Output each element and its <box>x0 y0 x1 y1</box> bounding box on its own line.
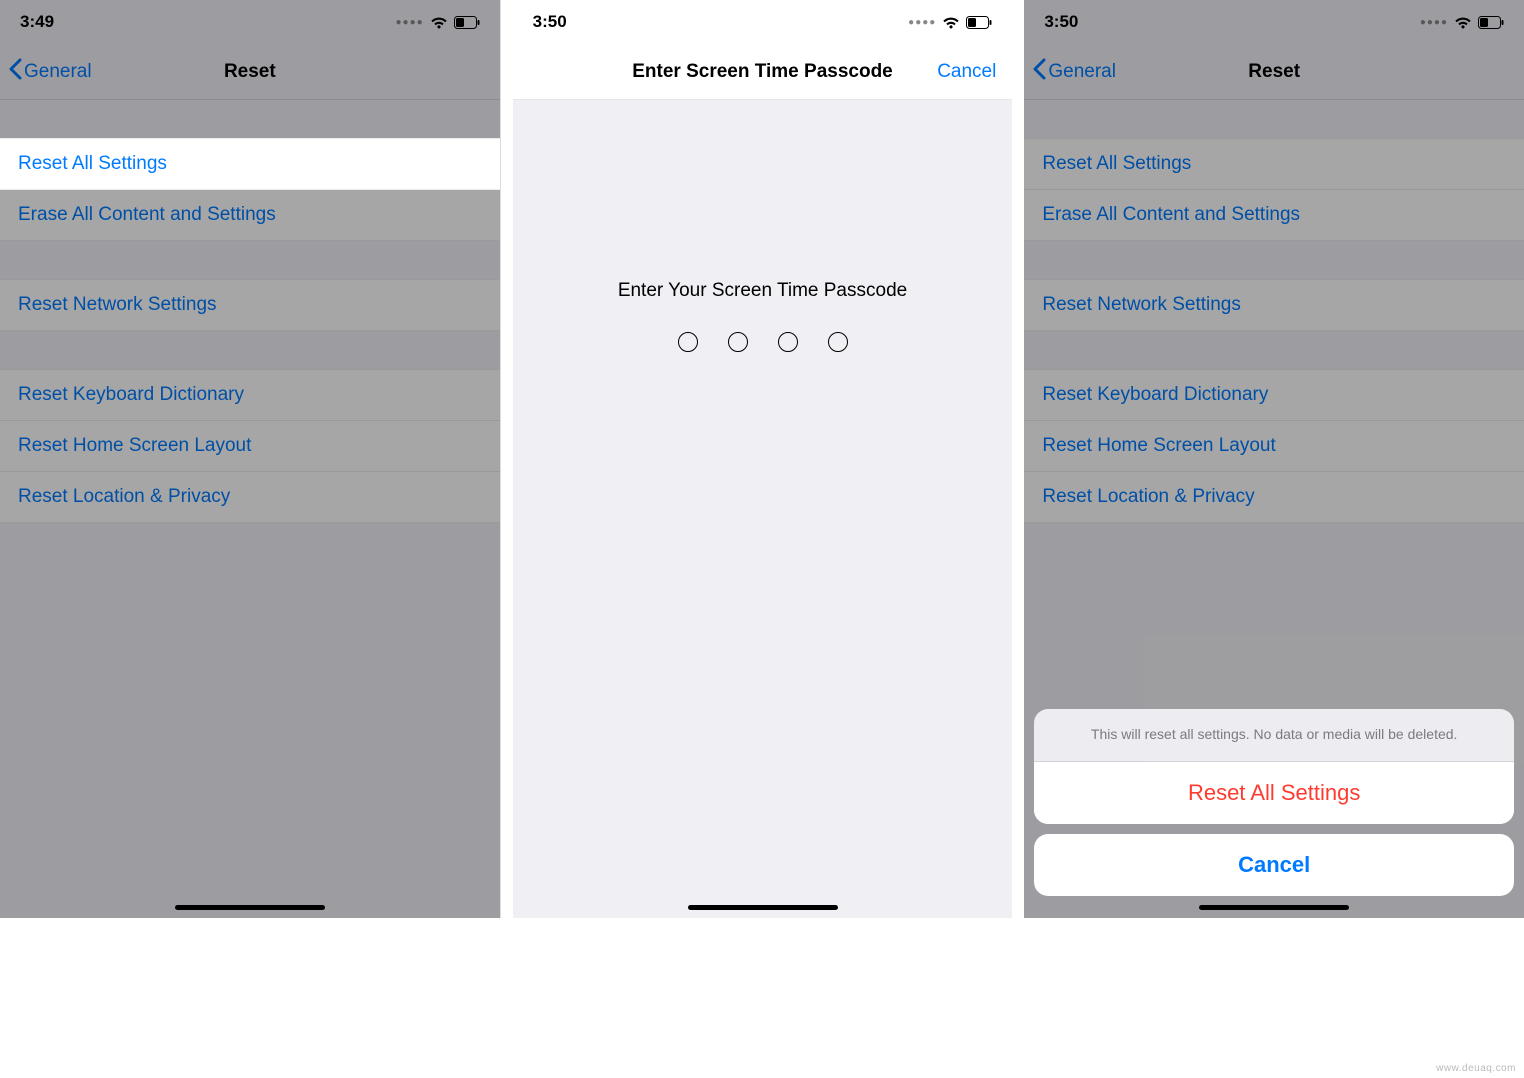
home-indicator[interactable] <box>688 905 838 910</box>
row-reset-all-settings[interactable]: Reset All Settings <box>0 138 500 190</box>
wifi-icon <box>430 16 448 29</box>
row-reset-home-layout[interactable]: Reset Home Screen Layout <box>1024 421 1524 472</box>
passcode-dot <box>728 332 748 352</box>
status-time: 3:50 <box>1044 12 1078 32</box>
status-bar: 3:49 ●●●● <box>0 0 500 44</box>
passcode-dot <box>678 332 698 352</box>
row-erase-all-content[interactable]: Erase All Content and Settings <box>0 190 500 241</box>
list-group: Reset Keyboard Dictionary Reset Home Scr… <box>1024 369 1524 523</box>
watermark: www.deuaq.com <box>1436 1063 1516 1074</box>
nav-title: Reset <box>1248 61 1300 83</box>
cellular-dots-icon: ●●●● <box>396 17 424 28</box>
action-sheet-message: This will reset all settings. No data or… <box>1034 709 1514 762</box>
passcode-dot <box>828 332 848 352</box>
row-reset-keyboard[interactable]: Reset Keyboard Dictionary <box>0 369 500 421</box>
row-erase-all-content[interactable]: Erase All Content and Settings <box>1024 190 1524 241</box>
home-indicator[interactable] <box>1199 905 1349 910</box>
nav-title: Enter Screen Time Passcode <box>632 61 893 83</box>
passcode-dot <box>778 332 798 352</box>
chevron-left-icon <box>1032 58 1046 86</box>
passcode-dots[interactable] <box>513 332 1013 352</box>
wifi-icon <box>942 16 960 29</box>
action-sheet-card: This will reset all settings. No data or… <box>1034 709 1514 824</box>
back-label: General <box>24 61 92 83</box>
wifi-icon <box>1454 16 1472 29</box>
battery-icon <box>1478 16 1504 29</box>
back-button[interactable]: General <box>8 58 92 86</box>
row-reset-location-privacy[interactable]: Reset Location & Privacy <box>0 472 500 523</box>
row-reset-network[interactable]: Reset Network Settings <box>0 279 500 331</box>
screen-passcode-entry: 3:50 ●●●● Enter Screen Time Passcode Can… <box>513 0 1013 918</box>
nav-bar: General Reset <box>1024 44 1524 100</box>
battery-icon <box>966 16 992 29</box>
row-reset-all-settings[interactable]: Reset All Settings <box>1024 138 1524 190</box>
list-group: Reset Keyboard Dictionary Reset Home Scr… <box>0 369 500 523</box>
passcode-panel: Enter Your Screen Time Passcode <box>513 100 1013 918</box>
back-label: General <box>1048 61 1116 83</box>
screen-reset-list-dimmed: 3:49 ●●●● General Reset Reset All Settin… <box>0 0 501 918</box>
status-bar: 3:50 ●●●● <box>1024 0 1524 44</box>
action-sheet-cancel-button[interactable]: Cancel <box>1034 834 1514 896</box>
battery-icon <box>454 16 480 29</box>
row-reset-location-privacy[interactable]: Reset Location & Privacy <box>1024 472 1524 523</box>
status-bar: 3:50 ●●●● <box>513 0 1013 44</box>
status-time: 3:50 <box>533 12 567 32</box>
cellular-dots-icon: ●●●● <box>908 17 936 28</box>
back-button[interactable]: General <box>1032 58 1116 86</box>
action-sheet-reset-button[interactable]: Reset All Settings <box>1034 762 1514 824</box>
home-indicator[interactable] <box>175 905 325 910</box>
row-reset-network[interactable]: Reset Network Settings <box>1024 279 1524 331</box>
list-group: Reset Network Settings <box>0 279 500 331</box>
cancel-button[interactable]: Cancel <box>937 61 996 83</box>
list-group: Reset All Settings Erase All Content and… <box>1024 138 1524 241</box>
list-group: Reset Network Settings <box>1024 279 1524 331</box>
action-sheet: This will reset all settings. No data or… <box>1034 709 1514 896</box>
nav-bar: General Reset <box>0 44 500 100</box>
status-time: 3:49 <box>20 12 54 32</box>
row-reset-home-layout[interactable]: Reset Home Screen Layout <box>0 421 500 472</box>
chevron-left-icon <box>8 58 22 86</box>
passcode-prompt: Enter Your Screen Time Passcode <box>513 280 1013 302</box>
list-group: Reset All Settings Erase All Content and… <box>0 138 500 241</box>
screen-reset-confirm: 3:50 ●●●● General Reset Reset All Settin… <box>1024 0 1524 918</box>
nav-title: Reset <box>224 61 276 83</box>
row-reset-keyboard[interactable]: Reset Keyboard Dictionary <box>1024 369 1524 421</box>
nav-bar: Enter Screen Time Passcode Cancel <box>513 44 1013 100</box>
cellular-dots-icon: ●●●● <box>1420 17 1448 28</box>
